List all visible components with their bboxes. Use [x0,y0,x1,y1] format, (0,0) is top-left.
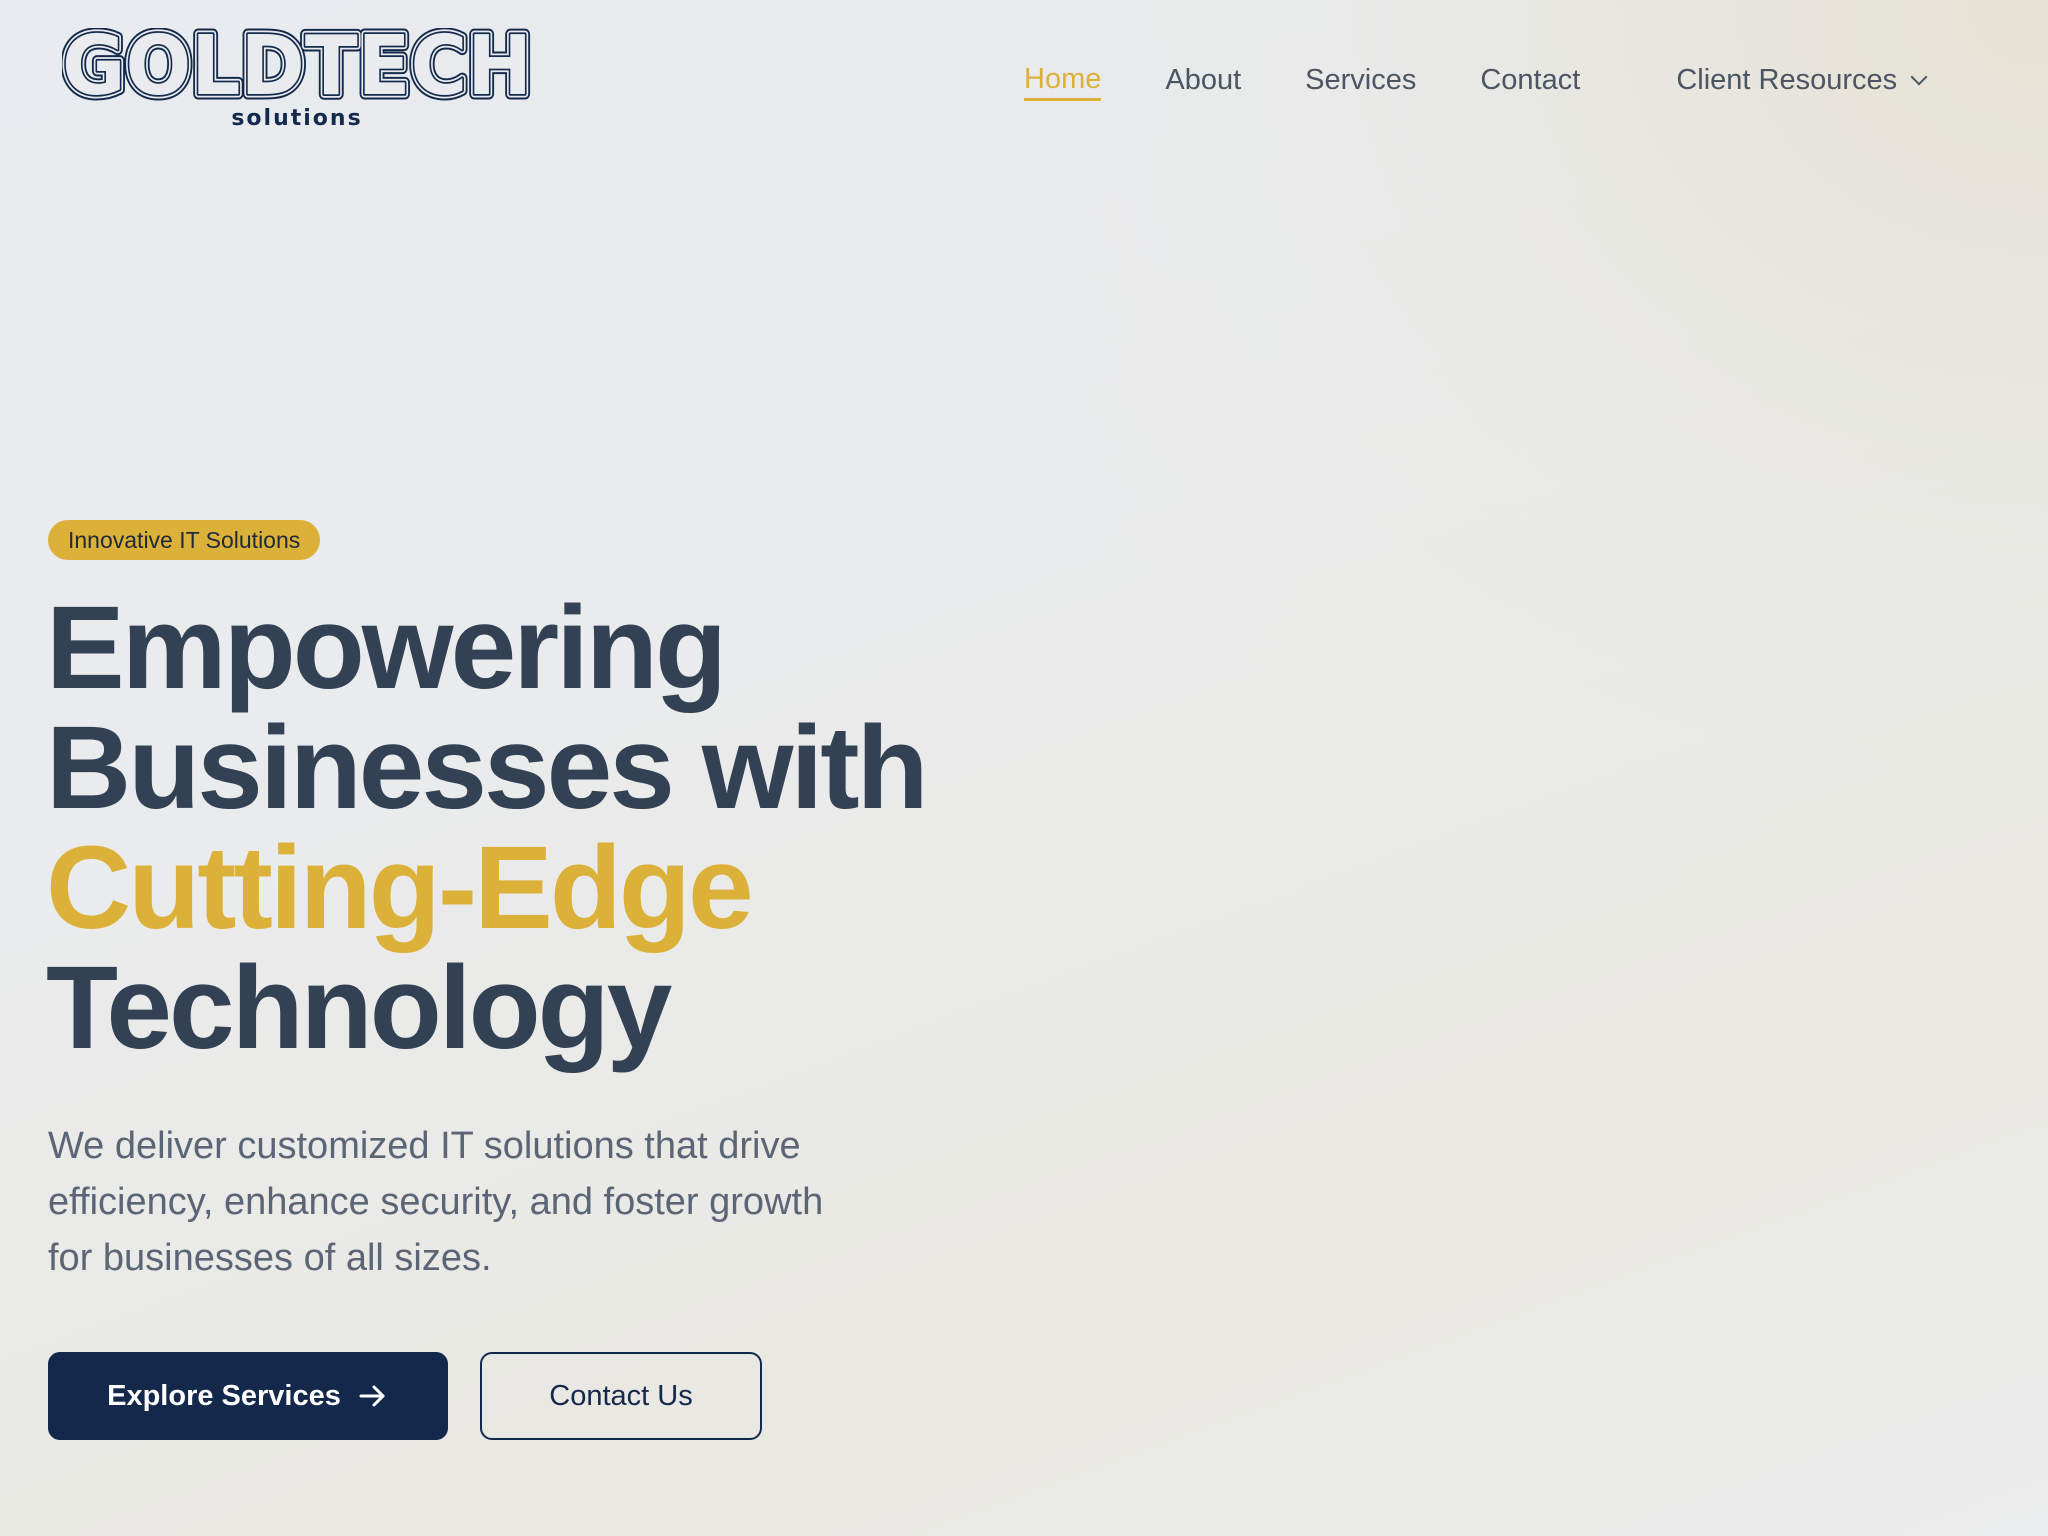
arrow-right-icon [359,1385,385,1407]
hero-subtext: We deliver customized IT solutions that … [48,1125,824,1279]
site-header: GOLDTECH GOLDTECH GOLDTECH GOLDTECH solu… [0,0,2048,160]
nav-services[interactable]: Services [1305,58,1416,102]
goldtech-logo[interactable]: GOLDTECH GOLDTECH GOLDTECH GOLDTECH solu… [62,28,542,138]
main-nav: Home About Services Contact Client Resou… [1024,58,1928,102]
hero-headline: Empowering Businesses with Cutting-Edge … [46,588,1106,1068]
nav-about[interactable]: About [1165,58,1241,102]
headline-highlight: Cutting-Edge [46,822,754,954]
explore-services-button[interactable]: Explore Services [48,1352,448,1440]
contact-us-label: Contact Us [549,1379,693,1412]
headline-part-1: Empowering Businesses with [46,582,929,834]
nav-client-resources-label: Client Resources [1676,64,1898,96]
explore-services-label: Explore Services [107,1379,341,1412]
nav-contact[interactable]: Contact [1480,58,1580,102]
nav-home[interactable]: Home [1024,60,1102,101]
chevron-down-icon [1910,68,1928,86]
contact-us-button[interactable]: Contact Us [480,1352,762,1440]
nav-client-resources[interactable]: Client Resources [1676,58,1928,102]
logo-text-fill: GOLDTECH [62,28,532,108]
hero-badge: Innovative IT Solutions [48,520,321,560]
headline-part-2: Technology [46,942,672,1074]
logo-wordmark: GOLDTECH GOLDTECH GOLDTECH GOLDTECH [62,28,538,108]
logo-subtitle: solutions [231,106,363,131]
